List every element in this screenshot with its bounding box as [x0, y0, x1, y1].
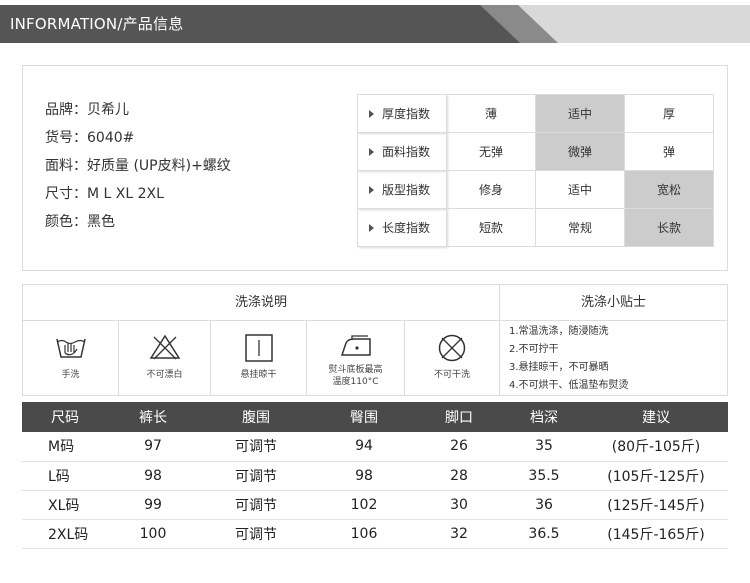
table-cell: 可调节 — [198, 461, 314, 491]
wash-tip: 1.常温洗涤，随浸随洗 — [509, 326, 609, 337]
column-header: 尺码 — [22, 402, 108, 432]
index-option: 修身 — [446, 170, 536, 209]
table-cell: 100 — [108, 519, 198, 549]
wash-item-hang-dry: 悬挂晾干 — [211, 321, 307, 395]
index-row-fit: 版型指数 修身 适中 宽松 — [357, 170, 714, 209]
wash-caption: 不可干洗 — [433, 370, 470, 380]
table-cell: (105斤-125斤) — [584, 461, 728, 491]
index-row-thickness: 厚度指数 薄 适中 厚 — [357, 94, 714, 133]
index-option: 无弹 — [446, 132, 536, 171]
table-cell: XL码 — [22, 490, 108, 520]
sizes-line: 尺寸：M L XL 2XL — [45, 186, 164, 202]
section-header: INFORMATION/产品信息 — [0, 0, 750, 46]
triangle-icon — [369, 224, 374, 232]
table-row: XL码 99 可调节 102 30 36 (125斤-145斤) — [22, 490, 728, 520]
column-header: 脚口 — [414, 402, 504, 432]
index-option-selected: 宽松 — [624, 170, 714, 209]
wash-tip: 4.不可烘干、低温垫布熨烫 — [509, 380, 629, 391]
wash-caption: 手洗 — [61, 370, 80, 380]
size-chart: 尺码 裤长 腹围 臀围 脚口 档深 建议 M码 97 可调节 94 26 35 … — [22, 402, 728, 549]
index-option: 薄 — [446, 94, 536, 133]
wash-tips-title: 洗涤小贴士 — [500, 285, 727, 321]
table-row: L码 98 可调节 98 28 35.5 (105斤-125斤) — [22, 461, 728, 491]
table-row: M码 97 可调节 94 26 35 (80斤-105斤) — [22, 432, 728, 462]
brand-line: 品牌：贝希儿 — [45, 102, 129, 118]
hang-dry-icon — [244, 334, 273, 362]
table-cell: 可调节 — [198, 490, 314, 520]
color-line: 颜色：黑色 — [45, 214, 115, 230]
index-option: 适中 — [535, 170, 625, 209]
table-cell: 36.5 — [504, 519, 584, 549]
table-cell: 98 — [108, 461, 198, 491]
wash-caption: 不可漂白 — [146, 370, 183, 380]
table-cell: (145斤-165斤) — [584, 519, 728, 549]
index-option: 短款 — [446, 208, 536, 247]
wash-title: 洗涤说明 — [23, 285, 500, 321]
triangle-icon — [369, 110, 374, 118]
index-option-selected: 微弹 — [535, 132, 625, 171]
index-option: 常规 — [535, 208, 625, 247]
wash-item-hand-wash: 手洗 — [23, 321, 119, 395]
index-label-thickness: 厚度指数 — [357, 94, 447, 133]
wash-item-no-bleach: 不可漂白 — [119, 321, 211, 395]
hand-wash-icon — [55, 338, 86, 358]
wash-instructions-panel: 洗涤说明 洗涤小贴士 手洗 不可漂白 悬挂晾干 熨斗底板最高 温度110°C 不… — [22, 284, 728, 396]
fabric-line: 面料：好质量 (UP皮料)+螺纹 — [45, 158, 231, 174]
wash-caption-line: 温度110°C — [332, 377, 379, 387]
table-cell: 102 — [314, 490, 414, 520]
product-info-panel: 品牌：贝希儿 货号：6040# 面料：好质量 (UP皮料)+螺纹 尺寸：M L … — [22, 65, 728, 271]
table-cell: 36 — [504, 490, 584, 520]
column-header: 档深 — [504, 402, 584, 432]
wash-tip: 2.不可拧干 — [509, 344, 559, 355]
table-cell: L码 — [22, 461, 108, 491]
table-cell: 98 — [314, 461, 414, 491]
table-cell: 26 — [414, 432, 504, 462]
table-cell: (125斤-145斤) — [584, 490, 728, 520]
column-header: 腹围 — [198, 402, 314, 432]
table-cell: 2XL码 — [22, 519, 108, 549]
table-row: 2XL码 100 可调节 106 32 36.5 (145斤-165斤) — [22, 519, 728, 549]
product-attributes: 品牌：贝希儿 货号：6040# 面料：好质量 (UP皮料)+螺纹 尺寸：M L … — [45, 96, 231, 236]
index-option: 厚 — [624, 94, 714, 133]
table-cell: 106 — [314, 519, 414, 549]
table-cell: 可调节 — [198, 432, 314, 462]
table-cell: 97 — [108, 432, 198, 462]
column-header: 建议 — [584, 402, 728, 432]
index-table: 厚度指数 薄 适中 厚 面料指数 无弹 微弹 弹 版型指数 修身 适中 宽松 长… — [357, 94, 714, 247]
iron-icon — [340, 335, 371, 356]
index-option-selected: 长款 — [624, 208, 714, 247]
table-cell: M码 — [22, 432, 108, 462]
index-label-stretch: 面料指数 — [357, 132, 447, 171]
wash-item-no-dry-clean: 不可干洗 — [405, 321, 500, 395]
table-cell: 35 — [504, 432, 584, 462]
index-row-length: 长度指数 短款 常规 长款 — [357, 208, 714, 247]
triangle-icon — [369, 148, 374, 156]
index-label-fit: 版型指数 — [357, 170, 447, 209]
table-cell: 94 — [314, 432, 414, 462]
table-cell: 99 — [108, 490, 198, 520]
wash-tips-list: 1.常温洗涤，随浸随洗 2.不可拧干 3.悬挂晾干，不可暴晒 4.不可烘干、低温… — [509, 323, 629, 395]
index-row-stretch: 面料指数 无弹 微弹 弹 — [357, 132, 714, 171]
item-number-line: 货号：6040# — [45, 130, 135, 146]
column-header: 裤长 — [108, 402, 198, 432]
table-cell: 30 — [414, 490, 504, 520]
column-header: 臀围 — [314, 402, 414, 432]
table-cell: 35.5 — [504, 461, 584, 491]
wash-caption-line: 熨斗底板最高 — [328, 365, 383, 375]
wash-caption: 悬挂晾干 — [240, 370, 277, 380]
wash-tip: 3.悬挂晾干，不可暴晒 — [509, 362, 609, 373]
index-option-selected: 适中 — [535, 94, 625, 133]
header-title: INFORMATION/产品信息 — [10, 15, 184, 33]
no-bleach-icon — [149, 334, 180, 360]
triangle-icon — [369, 186, 374, 194]
wash-item-iron: 熨斗底板最高 温度110°C — [307, 321, 405, 395]
table-cell: 可调节 — [198, 519, 314, 549]
no-dry-clean-icon — [438, 334, 466, 362]
table-cell: 28 — [414, 461, 504, 491]
table-cell: 32 — [414, 519, 504, 549]
index-option: 弹 — [624, 132, 714, 171]
table-cell: (80斤-105斤) — [584, 432, 728, 462]
size-chart-header: 尺码 裤长 腹围 臀围 脚口 档深 建议 — [22, 402, 728, 432]
index-label-length: 长度指数 — [357, 208, 447, 247]
